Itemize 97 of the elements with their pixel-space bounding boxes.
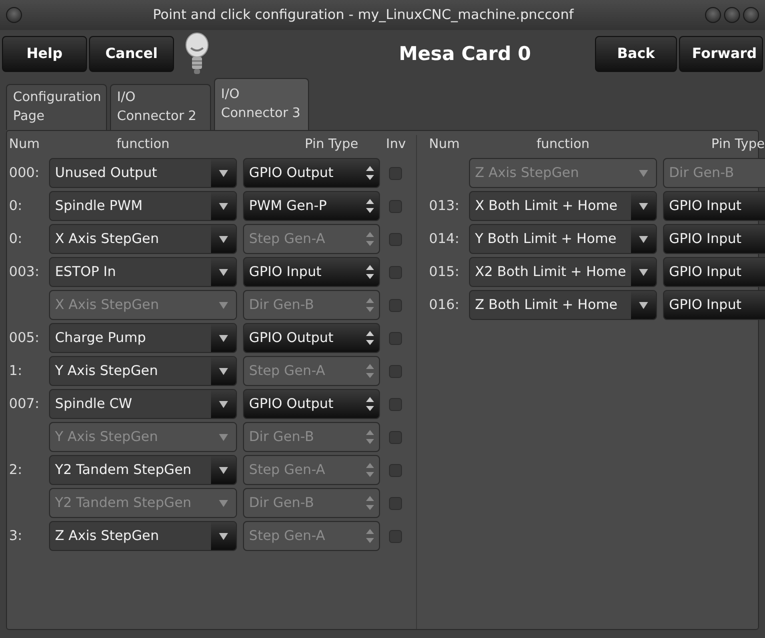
pin-type-spinner[interactable]: GPIO Input xyxy=(663,224,765,254)
column-header: Inv xyxy=(386,136,404,154)
toolbar-button[interactable]: Forward xyxy=(679,36,763,72)
pin-type-spinner[interactable]: GPIO Input xyxy=(663,191,765,221)
column-header: Num xyxy=(9,136,41,154)
function-dropdown[interactable]: X Both Limit + Home xyxy=(469,191,657,221)
spin-arrows-icon xyxy=(366,232,374,246)
caret-icon xyxy=(639,301,648,309)
pin-number: 013: xyxy=(429,197,460,216)
caret-icon xyxy=(219,400,228,408)
function-dropdown[interactable]: X Axis StepGen xyxy=(49,224,237,254)
pin-number: 000: xyxy=(9,164,40,183)
spin-arrows-icon xyxy=(366,496,374,510)
pin-number: 005: xyxy=(9,329,40,348)
function-dropdown[interactable]: Charge Pump xyxy=(49,323,237,353)
page-heading: Mesa Card 0 xyxy=(398,42,532,67)
close-button[interactable] xyxy=(743,7,759,23)
column-header: function xyxy=(535,136,591,154)
function-dropdown[interactable]: Y2 Tandem StepGen xyxy=(49,455,237,485)
inv-checkbox[interactable] xyxy=(388,266,402,278)
caret-icon xyxy=(639,169,648,177)
column-header: Num xyxy=(429,136,461,154)
toolbar-button[interactable]: Help xyxy=(2,36,87,72)
pin-number: 016: xyxy=(429,296,460,315)
caret-icon xyxy=(639,202,648,210)
inv-checkbox[interactable] xyxy=(388,332,402,344)
spin-arrows-icon xyxy=(366,529,374,543)
inv-checkbox[interactable] xyxy=(388,430,402,444)
pin-number: 0: xyxy=(9,230,24,249)
column-header: Pin Type xyxy=(304,136,360,154)
function-dropdown[interactable]: Unused Output xyxy=(49,158,237,188)
pin-type-spinner[interactable]: GPIO Input xyxy=(663,290,765,320)
pin-number: 1: xyxy=(9,362,24,381)
pin-type-spinner[interactable]: GPIO Output xyxy=(243,158,380,188)
pin-type-spinner[interactable]: GPIO Output xyxy=(243,389,380,419)
toolbar-button[interactable]: Back xyxy=(595,36,677,72)
caret-icon xyxy=(219,268,228,276)
window-title: Point and click configuration - my_LinuxCNC_machine.pncconf xyxy=(152,6,575,25)
function-dropdown[interactable]: Spindle PWM xyxy=(49,191,237,221)
minimize-button[interactable] xyxy=(704,7,720,23)
caret-icon xyxy=(219,169,228,177)
function-dropdown[interactable]: Y Axis StepGen xyxy=(49,356,237,386)
window-menu-button[interactable] xyxy=(6,7,22,23)
caret-icon xyxy=(639,235,648,243)
tab[interactable]: I/O Connector 3 xyxy=(214,78,309,130)
maximize-button[interactable] xyxy=(724,7,740,23)
function-dropdown[interactable]: Y Both Limit + Home xyxy=(469,224,657,254)
spin-arrows-icon xyxy=(366,199,374,213)
caret-icon xyxy=(219,433,228,441)
inv-checkbox[interactable] xyxy=(388,232,402,246)
caret-icon xyxy=(639,268,648,276)
inv-checkbox[interactable] xyxy=(388,398,402,410)
caret-icon xyxy=(219,499,228,507)
tab[interactable]: I/O Connector 2 xyxy=(110,84,211,130)
function-dropdown[interactable]: Z Both Limit + Home xyxy=(469,290,657,320)
inv-checkbox[interactable] xyxy=(388,364,402,378)
spin-arrows-icon xyxy=(366,166,374,180)
spin-arrows-icon xyxy=(366,331,374,345)
inv-checkbox[interactable] xyxy=(388,298,402,312)
pin-number: 007: xyxy=(9,395,40,414)
caret-icon xyxy=(219,235,228,243)
spin-arrows-icon xyxy=(366,397,374,411)
pin-number: 3: xyxy=(9,527,24,546)
column-header: Pin Type xyxy=(710,136,765,154)
pin-type-spinner[interactable]: GPIO Input xyxy=(243,257,380,287)
inv-checkbox[interactable] xyxy=(388,496,402,510)
pin-type-spinner[interactable]: GPIO Output xyxy=(243,323,380,353)
tab[interactable]: Configuration Page xyxy=(6,84,107,130)
pin-number: 014: xyxy=(429,230,460,249)
function-dropdown[interactable]: ESTOP In xyxy=(49,257,237,287)
lightbulb-icon xyxy=(184,32,210,76)
spin-arrows-icon xyxy=(366,463,374,477)
caret-icon xyxy=(219,334,228,342)
function-dropdown[interactable]: Z Axis StepGen xyxy=(49,521,237,551)
spin-arrows-icon xyxy=(366,430,374,444)
caret-icon xyxy=(219,367,228,375)
pin-number: 0: xyxy=(9,197,24,216)
toolbar-button[interactable]: Cancel xyxy=(89,36,174,72)
caret-icon xyxy=(219,532,228,540)
caret-icon xyxy=(219,301,228,309)
column-header: function xyxy=(115,136,171,154)
inv-checkbox[interactable] xyxy=(388,464,402,476)
pin-number: 003: xyxy=(9,263,40,282)
caret-icon xyxy=(219,202,228,210)
inv-checkbox[interactable] xyxy=(388,530,402,542)
function-dropdown[interactable]: X2 Both Limit + Home xyxy=(469,257,657,287)
pin-type-spinner[interactable]: PWM Gen-P xyxy=(243,191,380,221)
spin-arrows-icon xyxy=(366,364,374,378)
pin-number: 2: xyxy=(9,461,24,480)
pin-type-spinner[interactable]: GPIO Input xyxy=(663,257,765,287)
spin-arrows-icon xyxy=(366,298,374,312)
pin-number: 015: xyxy=(429,263,460,282)
function-dropdown[interactable]: Spindle CW xyxy=(49,389,237,419)
inv-checkbox[interactable] xyxy=(388,166,402,180)
caret-icon xyxy=(219,466,228,474)
spin-arrows-icon xyxy=(366,265,374,279)
inv-checkbox[interactable] xyxy=(388,200,402,212)
